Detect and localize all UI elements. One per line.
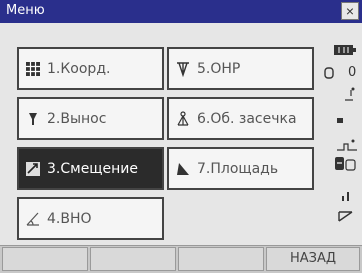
signal-icon bbox=[342, 192, 349, 201]
input-mode-icon bbox=[338, 211, 353, 222]
target-icon bbox=[324, 67, 334, 79]
dot-icon bbox=[337, 118, 343, 123]
tripod-icon bbox=[177, 61, 189, 77]
resection-icon bbox=[177, 110, 189, 126]
memory-icon bbox=[335, 157, 356, 171]
title-bar: Меню × bbox=[0, 0, 362, 23]
target-constant: 0 bbox=[348, 65, 357, 80]
close-button[interactable]: × bbox=[341, 2, 359, 20]
prism-icon bbox=[29, 112, 37, 125]
menu-label: 3.Смещение bbox=[47, 160, 138, 177]
angle-icon bbox=[26, 212, 39, 226]
menu-label: 5.ОНР bbox=[197, 60, 241, 77]
menu-label: 2.Вынос bbox=[47, 110, 107, 127]
tilt-icon bbox=[345, 87, 355, 101]
softkey-3[interactable] bbox=[178, 247, 264, 271]
menu-button-resection[interactable]: 6.Об. засечка bbox=[167, 97, 314, 140]
window-title: Меню bbox=[6, 3, 45, 18]
menu-label: 1.Коорд. bbox=[47, 60, 111, 77]
menu-button-stakeout[interactable]: 2.Вынос bbox=[17, 97, 164, 140]
offset-icon bbox=[26, 161, 40, 176]
menu-button-coordinates[interactable]: 1.Коорд. bbox=[17, 47, 164, 90]
back-button[interactable]: НАЗАД bbox=[266, 247, 360, 271]
menu-label: 6.Об. засечка bbox=[197, 110, 297, 127]
menu-window: Меню × 1.Коорд. 5.ОНР 2.Вынос 6.Об. засе… bbox=[0, 0, 362, 273]
softkey-2[interactable] bbox=[90, 247, 176, 271]
status-panel: 0 bbox=[320, 40, 362, 245]
softkey-bar: НАЗАД bbox=[0, 245, 362, 273]
menu-button-offset[interactable]: 3.Смещение bbox=[17, 147, 164, 190]
menu-button-vno[interactable]: 4.ВНО bbox=[17, 197, 164, 240]
softkey-1[interactable] bbox=[2, 247, 88, 271]
menu-label: 7.Площадь bbox=[197, 160, 279, 177]
area-icon bbox=[177, 162, 189, 175]
menu-button-onr[interactable]: 5.ОНР bbox=[167, 47, 314, 90]
grid-icon bbox=[26, 61, 40, 76]
battery-icon bbox=[334, 45, 356, 55]
compensator-icon bbox=[337, 139, 357, 151]
menu-button-area[interactable]: 7.Площадь bbox=[167, 147, 314, 190]
menu-label: 4.ВНО bbox=[47, 210, 92, 227]
